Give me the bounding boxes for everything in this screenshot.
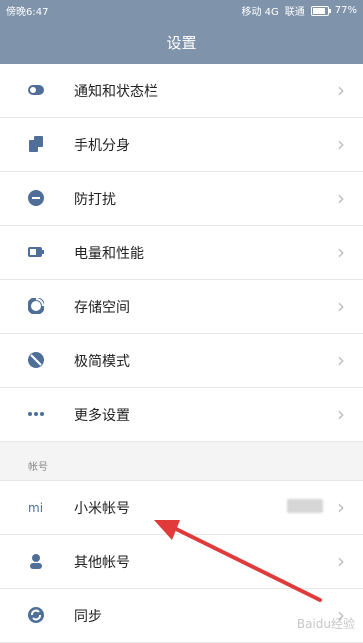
account-name-blurred (287, 499, 323, 513)
chevron-right-icon: › (337, 186, 345, 210)
chevron-right-icon: › (337, 240, 345, 264)
settings-item-label: 同步 (74, 609, 102, 625)
settings-item-storage[interactable]: 存储空间 › (0, 280, 363, 334)
settings-item-battery-performance[interactable]: 电量和性能 › (0, 226, 363, 280)
chevron-right-icon: › (337, 132, 345, 156)
chevron-right-icon: › (337, 348, 345, 372)
person-icon (28, 553, 44, 569)
sync-icon (28, 607, 44, 623)
settings-item-notifications[interactable]: 通知和状态栏 › (0, 64, 363, 118)
status-carrier-1: 移动 4G (241, 7, 279, 18)
phone-clone-icon (28, 136, 44, 152)
settings-item-label: 存储空间 (74, 300, 130, 316)
more-dots-icon (28, 406, 44, 422)
settings-item-label: 电量和性能 (74, 246, 144, 262)
settings-item-label: 手机分身 (74, 138, 130, 154)
toggle-icon (28, 82, 44, 98)
storage-icon (28, 298, 44, 314)
settings-item-do-not-disturb[interactable]: 防打扰 › (0, 172, 363, 226)
settings-item-minimal-mode[interactable]: 极简模式 › (0, 334, 363, 388)
settings-item-other-accounts[interactable]: 其他帐号 › (0, 535, 363, 589)
settings-item-mi-account[interactable]: mi 小米帐号 › (0, 481, 363, 535)
settings-item-label: 小米帐号 (74, 501, 130, 517)
do-not-disturb-icon (28, 190, 44, 206)
chevron-right-icon: › (337, 402, 345, 426)
settings-item-more-settings[interactable]: 更多设置 › (0, 388, 363, 442)
minimal-mode-icon (28, 352, 44, 368)
status-carrier-2: 联通 (284, 7, 305, 18)
mi-icon: mi (28, 499, 44, 515)
page-title: 设置 (166, 34, 197, 52)
battery-icon (310, 5, 331, 16)
section-caption: 帐号 (28, 462, 48, 473)
battery-icon (28, 244, 44, 260)
status-time: 傍晚6:47 (6, 7, 49, 18)
chevron-right-icon: › (337, 549, 345, 573)
settings-item-label: 极简模式 (74, 354, 130, 370)
settings-item-label: 其他帐号 (74, 555, 130, 571)
settings-list: 通知和状态栏 › 手机分身 › 防打扰 › 电量和性能 › 存储空间 › 极简模 (0, 64, 363, 643)
settings-item-label: 防打扰 (74, 192, 116, 208)
chevron-right-icon: › (337, 495, 345, 519)
status-bar: 傍晚6:47 移动 4G 联通 77% (0, 0, 363, 20)
settings-item-label: 更多设置 (74, 408, 130, 424)
settings-item-phone-clone[interactable]: 手机分身 › (0, 118, 363, 172)
chevron-right-icon: › (337, 78, 345, 102)
account-section-header: 帐号 (0, 442, 363, 481)
chevron-right-icon: › (337, 294, 345, 318)
watermark: Baidu经验 (296, 617, 355, 631)
header-bar: 傍晚6:47 移动 4G 联通 77% 设置 (0, 0, 363, 64)
svg-text:mi: mi (28, 501, 43, 513)
battery-percent: 77% (334, 5, 357, 16)
settings-item-label: 通知和状态栏 (74, 84, 158, 100)
